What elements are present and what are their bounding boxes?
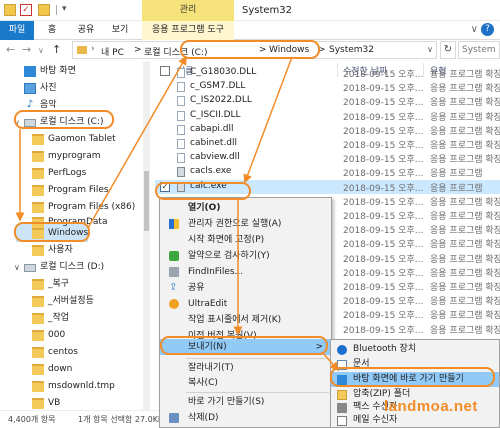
arrow-windows-to-address — [87, 55, 187, 229]
watermark: landmoa.net — [384, 398, 478, 415]
arrow-address-to-calc — [243, 56, 293, 184]
annotation-arrows — [15, 55, 339, 372]
arrow-sendto-to-desktop — [321, 351, 339, 372]
